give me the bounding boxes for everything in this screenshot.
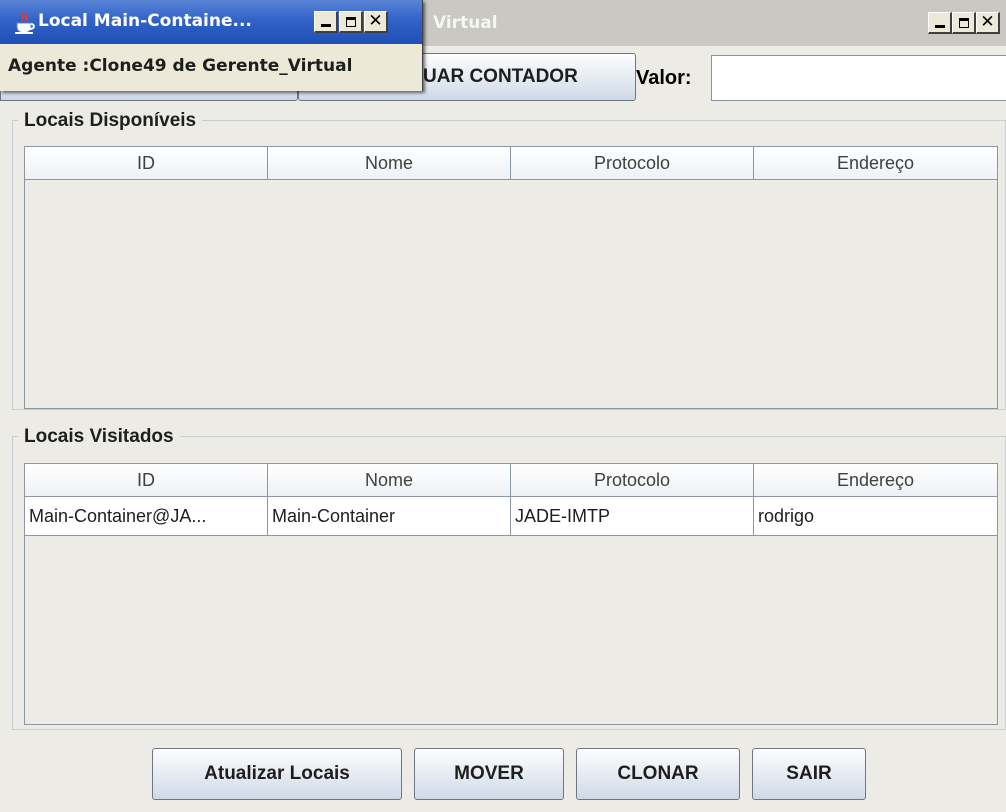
minimize-icon[interactable] bbox=[314, 11, 338, 33]
column-header-endereco[interactable]: Endereço bbox=[754, 147, 997, 180]
mover-button[interactable]: MOVER bbox=[414, 748, 564, 800]
java-coffee-icon bbox=[15, 12, 35, 34]
main-window: Virtual ✕ UAR CONTADOR Valor: Locais Dis… bbox=[0, 0, 1006, 812]
local-container-titlebar[interactable]: Local Main-Containe... ✕ bbox=[0, 0, 422, 44]
column-header-protocolo[interactable]: Protocolo bbox=[511, 147, 754, 180]
table-row[interactable]: Main-Container@JA... Main-Container JADE… bbox=[25, 497, 997, 536]
table-cell-endereco: rodrigo bbox=[754, 497, 997, 536]
main-window-title: Virtual bbox=[433, 13, 498, 33]
close-icon[interactable]: ✕ bbox=[976, 12, 1000, 34]
local-container-window: Local Main-Containe... ✕ Agente :Clone49… bbox=[0, 0, 423, 91]
visitados-table[interactable]: ID Nome Protocolo Endereço Main-Containe… bbox=[24, 463, 998, 725]
table-cell-protocolo: JADE-IMTP bbox=[511, 497, 754, 536]
table-cell-id: Main-Container@JA... bbox=[25, 497, 268, 536]
disponiveis-table-header: ID Nome Protocolo Endereço bbox=[25, 147, 997, 180]
close-icon[interactable]: ✕ bbox=[364, 11, 388, 33]
visitados-table-header: ID Nome Protocolo Endereço bbox=[25, 464, 997, 497]
maximize-icon[interactable] bbox=[339, 11, 363, 33]
minimize-icon[interactable] bbox=[928, 12, 952, 34]
column-header-nome[interactable]: Nome bbox=[268, 147, 511, 180]
column-header-endereco[interactable]: Endereço bbox=[754, 464, 997, 497]
maximize-icon[interactable] bbox=[952, 12, 976, 34]
valor-input[interactable] bbox=[711, 55, 1006, 101]
column-header-protocolo[interactable]: Protocolo bbox=[511, 464, 754, 497]
atualizar-locais-button[interactable]: Atualizar Locais bbox=[152, 748, 402, 800]
column-header-id[interactable]: ID bbox=[25, 147, 268, 180]
contador-button-label: UAR CONTADOR bbox=[423, 66, 578, 87]
disponiveis-title: Locais Disponíveis bbox=[18, 110, 203, 132]
disponiveis-table[interactable]: ID Nome Protocolo Endereço bbox=[24, 146, 998, 409]
column-header-nome[interactable]: Nome bbox=[268, 464, 511, 497]
column-header-id[interactable]: ID bbox=[25, 464, 268, 497]
visitados-title: Locais Visitados bbox=[18, 426, 180, 448]
clonar-button[interactable]: CLONAR bbox=[576, 748, 740, 800]
local-container-title: Local Main-Containe... bbox=[38, 11, 252, 31]
table-cell-nome: Main-Container bbox=[268, 497, 511, 536]
sair-button[interactable]: SAIR bbox=[752, 748, 866, 800]
valor-label: Valor: bbox=[636, 67, 692, 89]
agent-message: Agente :Clone49 de Gerente_Virtual bbox=[8, 56, 353, 76]
